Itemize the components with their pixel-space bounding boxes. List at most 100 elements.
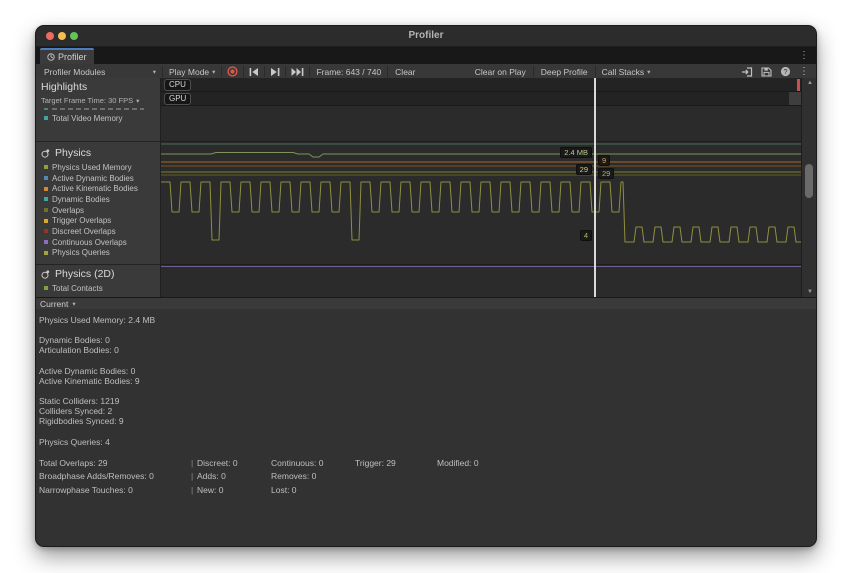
stat-line: Static Colliders: 1219 — [39, 396, 816, 406]
tab-menu-kebab-icon[interactable]: ⋮ — [799, 49, 809, 63]
physics2d-icon — [41, 270, 50, 279]
stats-group: Physics Queries: 4 — [39, 437, 816, 447]
physics-title: Physics — [55, 147, 91, 159]
legend-label: Trigger Overlaps — [52, 216, 111, 225]
scroll-up-icon[interactable]: ▲ — [802, 80, 817, 86]
legend-item[interactable]: Total Contacts — [41, 283, 160, 294]
help-icon: ? — [780, 66, 791, 77]
physics-icon — [41, 149, 50, 158]
cpu-chart-label: CPU — [164, 79, 191, 91]
tab-profiler[interactable]: Profiler — [40, 48, 94, 64]
legend-item[interactable]: Overlaps — [41, 205, 160, 216]
toolbar-kebab-icon[interactable]: ⋮ — [795, 64, 813, 79]
legend-item[interactable]: Active Kinematic Bodies — [41, 183, 160, 194]
table-cell: Broadphase Adds/Removes: 0 — [39, 470, 154, 483]
clear-button[interactable]: Clear — [389, 64, 421, 79]
gpu-chart-row[interactable]: GPU — [161, 92, 801, 106]
physics2d-chart-row[interactable] — [161, 264, 801, 297]
profiler-window: Profiler Profiler ⋮ Profiler Modules ▾ P… — [35, 25, 817, 547]
table-cell: Adds: 0 — [197, 470, 226, 483]
legend-color-swatch — [44, 251, 48, 255]
help-button[interactable]: ? — [776, 64, 795, 79]
legend-label: Total Video Memory — [52, 114, 123, 123]
load-icon — [741, 67, 753, 77]
physics-details-panel: Physics Used Memory: 2.4 MB Dynamic Bodie… — [36, 309, 816, 546]
svg-text:?: ? — [784, 67, 788, 76]
stat-line: Rigidbodies Synced: 9 — [39, 416, 816, 426]
stats-group: Physics Used Memory: 2.4 MB — [39, 315, 816, 325]
legend-color-swatch — [44, 208, 48, 212]
current-frame-button[interactable] — [287, 64, 308, 79]
chevron-down-icon: ▾ — [647, 68, 650, 76]
target-frame-time-dropdown[interactable]: Target Frame Time: 30 FPS ▾ — [41, 96, 160, 105]
stat-line: Physics Used Memory: 2.4 MB — [39, 315, 816, 325]
chevron-down-icon: ▾ — [72, 300, 75, 308]
cpu-spike-bar — [797, 79, 800, 91]
save-icon — [761, 67, 772, 77]
profiler-gauge-icon — [47, 53, 55, 61]
table-row: Broadphase Adds/Removes: 0|Adds: 0Remove… — [39, 470, 816, 483]
timeline-charts[interactable]: CPU GPU 2.4 MB929294 — [161, 78, 801, 297]
load-profile-button[interactable] — [737, 64, 757, 79]
scrollbar-thumb[interactable] — [805, 164, 813, 198]
toolbar-separator — [387, 66, 388, 77]
physics-module[interactable]: Physics Physics Used MemoryActive Dynami… — [36, 141, 160, 264]
table-row: Total Overlaps: 29|Discreet: 0Continuous… — [39, 457, 816, 470]
toolbar-separator — [595, 66, 596, 77]
table-row: Narrowphase Touches: 0|New: 0Lost: 0 — [39, 484, 816, 497]
tab-bar: Profiler ⋮ — [36, 47, 816, 64]
legend-color-swatch — [44, 219, 48, 223]
stat-line: Colliders Synced: 2 — [39, 406, 816, 416]
legend-label: Active Kinematic Bodies — [52, 184, 138, 193]
physics-queries-wave — [161, 182, 801, 242]
legend-item[interactable]: Active Dynamic Bodies — [41, 173, 160, 184]
call-stacks-dropdown[interactable]: Call Stacks ▾ — [597, 64, 656, 79]
module-sidebar: Highlights Target Frame Time: 30 FPS ▾ T… — [36, 78, 161, 297]
legend-label: Active Dynamic Bodies — [52, 174, 134, 183]
vertical-scrollbar[interactable]: ▲ ▼ — [801, 78, 817, 297]
video-chart-row[interactable] — [161, 106, 801, 141]
legend-item[interactable]: Physics Used Memory — [41, 162, 160, 173]
previous-frame-icon — [249, 68, 259, 76]
toolbar-separator — [533, 66, 534, 77]
table-cell: Lost: 0 — [271, 484, 297, 497]
physics2d-legend: Total Contacts — [41, 283, 160, 294]
title-bar[interactable]: Profiler — [36, 26, 816, 47]
play-mode-dropdown[interactable]: Play Mode ▾ — [164, 64, 220, 79]
scroll-down-icon[interactable]: ▼ — [802, 289, 817, 295]
deep-profile-toggle[interactable]: Deep Profile — [535, 64, 594, 79]
table-cell: Continuous: 0 — [271, 457, 323, 470]
playhead-value-label: 29 — [576, 164, 592, 175]
chart-region: Highlights Target Frame Time: 30 FPS ▾ T… — [36, 78, 817, 297]
clear-on-play-toggle[interactable]: Clear on Play — [469, 64, 532, 79]
stats-group: Dynamic Bodies: 0Articulation Bodies: 0 — [39, 335, 816, 355]
legend-item[interactable]: Physics Queries — [41, 248, 160, 259]
legend-item[interactable]: Continuous Overlaps — [41, 237, 160, 248]
frame-playhead[interactable] — [594, 78, 596, 297]
next-frame-button[interactable] — [266, 64, 284, 79]
frame-counter: Frame: 643 / 740 — [311, 64, 386, 79]
legend-item[interactable]: Total Video Memory — [41, 113, 160, 124]
legend-color-swatch — [44, 197, 48, 201]
legend-label: Continuous Overlaps — [52, 238, 127, 247]
physics-chart-row[interactable] — [161, 141, 801, 264]
record-icon — [227, 66, 238, 77]
legend-color-swatch — [44, 187, 48, 191]
physics2d-module[interactable]: Physics (2D) Total Contacts — [36, 264, 160, 297]
cpu-chart-row[interactable]: CPU — [161, 78, 801, 92]
record-button[interactable] — [223, 64, 242, 79]
previous-frame-button[interactable] — [245, 64, 263, 79]
toolbar-separator — [264, 66, 265, 77]
profiler-modules-dropdown[interactable]: Profiler Modules ▾ — [39, 64, 161, 79]
legend-item[interactable]: Trigger Overlaps — [41, 215, 160, 226]
physics2d-title: Physics (2D) — [55, 268, 115, 280]
legend-color-swatch — [44, 108, 48, 110]
save-profile-button[interactable] — [757, 64, 776, 79]
toolbar-separator — [162, 66, 163, 77]
legend-item[interactable]: Discreet Overlaps — [41, 226, 160, 237]
legend-item[interactable]: Dynamic Bodies — [41, 194, 160, 205]
stats-group: Active Dynamic Bodies: 0Active Kinematic… — [39, 366, 816, 386]
stat-line: Physics Queries: 4 — [39, 437, 816, 447]
legend-label: Discreet Overlaps — [52, 227, 116, 236]
highlights-module[interactable]: Highlights Target Frame Time: 30 FPS ▾ T… — [36, 78, 160, 141]
